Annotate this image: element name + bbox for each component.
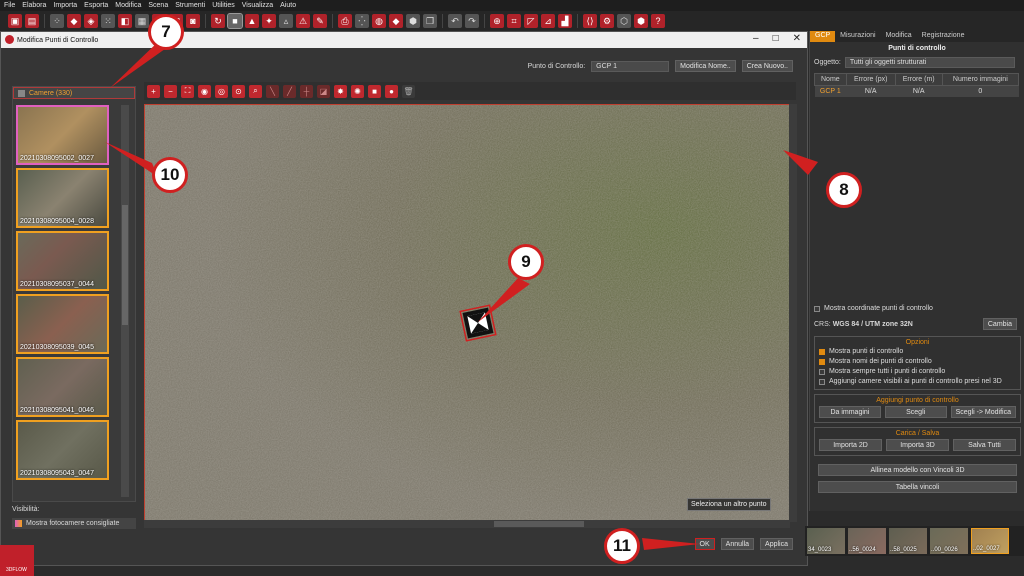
callout-11: 11 [604,528,640,564]
callout-pointers [105,40,818,550]
callout-10: 10 [152,157,188,193]
callout-7: 7 [148,14,184,50]
callout-9: 9 [508,244,544,280]
callout-8: 8 [826,172,862,208]
